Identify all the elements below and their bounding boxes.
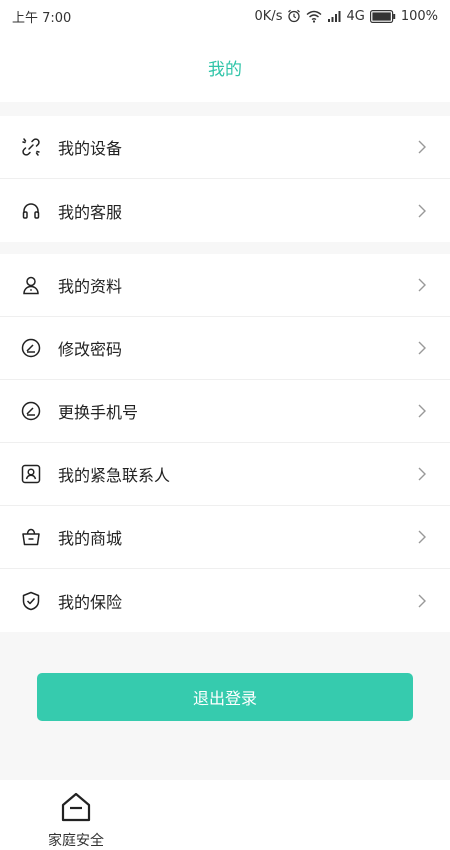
home-icon (60, 792, 92, 826)
headset-icon (20, 200, 42, 222)
menu-item-emergency-contacts[interactable]: 我的紧急联系人 (0, 443, 450, 506)
menu-item-change-password[interactable]: 修改密码 (0, 317, 450, 380)
chevron-right-icon (418, 403, 428, 419)
menu-item-label: 我的商城 (58, 529, 123, 548)
chevron-right-icon (418, 139, 428, 155)
status-indicators: 0K/s 4G 100% (255, 9, 438, 24)
status-bar: 上午 7:00 0K/s 4G 100% (0, 0, 450, 32)
logout-button[interactable]: 退出登录 (37, 673, 413, 721)
signal-icon (327, 10, 341, 22)
chevron-right-icon (418, 277, 428, 293)
status-time: 上午 7:00 (12, 10, 72, 26)
network-type: 4G (346, 8, 365, 24)
menu-item-label: 我的紧急联系人 (58, 466, 171, 485)
menu-group-1: 我的设备 我的客服 (0, 116, 450, 242)
menu-item-my-devices[interactable]: 我的设备 (0, 116, 450, 179)
chevron-right-icon (418, 529, 428, 545)
menu-item-my-insurance[interactable]: 我的保险 (0, 569, 450, 632)
alarm-icon (287, 9, 301, 23)
battery-percent: 100% (400, 8, 438, 24)
tab-family-safety[interactable]: 家庭安全 (42, 792, 110, 850)
header: 我的 (0, 32, 450, 102)
chevron-right-icon (418, 593, 428, 609)
menu-group-2: 我的资料 修改密码 更换手机号 我的紧急联系人 我的商城 我的保险 (0, 254, 450, 632)
basket-icon (20, 526, 42, 548)
menu-item-change-phone[interactable]: 更换手机号 (0, 380, 450, 443)
link-broken-icon (20, 136, 42, 158)
edit-circle-icon (20, 337, 42, 359)
bottom-tab-bar: 家庭安全 (0, 780, 450, 850)
wifi-icon (306, 10, 322, 23)
shield-check-icon (20, 590, 42, 612)
page-title: 我的 (208, 59, 242, 80)
menu-item-my-mall[interactable]: 我的商城 (0, 506, 450, 569)
user-icon (20, 274, 42, 296)
menu-item-label: 我的资料 (58, 277, 123, 296)
network-speed: 0K/s (254, 8, 283, 24)
menu-item-my-profile[interactable]: 我的资料 (0, 254, 450, 317)
chevron-right-icon (418, 466, 428, 482)
menu-item-label: 我的客服 (58, 202, 123, 222)
menu-item-customer-service[interactable]: 我的客服 (0, 179, 450, 242)
chevron-right-icon (418, 203, 428, 219)
battery-icon (369, 9, 396, 23)
menu-item-label: 我的保险 (58, 592, 123, 612)
chevron-right-icon (418, 340, 428, 356)
tab-label: 家庭安全 (48, 833, 104, 849)
menu-item-label: 更换手机号 (58, 403, 139, 422)
contact-card-icon (20, 463, 42, 485)
menu-item-label: 修改密码 (58, 340, 123, 359)
edit-circle-icon (20, 400, 42, 422)
menu-item-label: 我的设备 (58, 139, 123, 158)
